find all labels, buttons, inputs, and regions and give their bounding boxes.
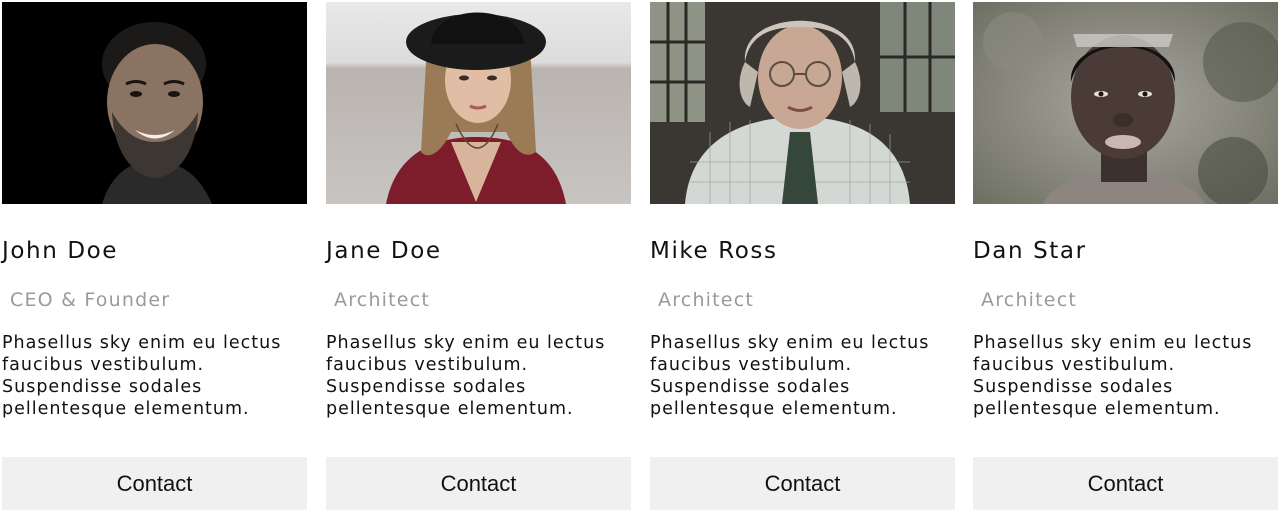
- profile-photo: [326, 2, 631, 204]
- contact-button[interactable]: Contact: [973, 457, 1278, 510]
- portrait-image: [326, 2, 631, 204]
- team-card-mike-ross: Mike Ross Architect Phasellus sky enim e…: [650, 2, 955, 510]
- member-name: Mike Ross: [650, 238, 778, 264]
- team-card-john-doe: John Doe CEO & Founder Phasellus sky eni…: [2, 2, 307, 510]
- member-name: John Doe: [2, 238, 119, 264]
- portrait-image: [2, 2, 307, 204]
- portrait-image: [973, 2, 1278, 204]
- portrait-image: [650, 2, 955, 204]
- member-name: Jane Doe: [326, 238, 442, 264]
- member-role: Architect: [658, 289, 754, 311]
- profile-photo: [650, 2, 955, 204]
- team-grid: John Doe CEO & Founder Phasellus sky eni…: [0, 0, 1280, 510]
- member-description: Phasellus sky enim eu lectus faucibus ve…: [326, 333, 606, 419]
- contact-button[interactable]: Contact: [650, 457, 955, 510]
- member-role: Architect: [334, 289, 430, 311]
- member-description: Phasellus sky enim eu lectus faucibus ve…: [650, 333, 930, 419]
- contact-button[interactable]: Contact: [2, 457, 307, 510]
- profile-photo: [2, 2, 307, 204]
- member-name: Dan Star: [973, 238, 1087, 264]
- team-card-jane-doe: Jane Doe Architect Phasellus sky enim eu…: [326, 2, 631, 510]
- profile-photo: [973, 2, 1278, 204]
- member-description: Phasellus sky enim eu lectus faucibus ve…: [973, 333, 1253, 419]
- team-card-dan-star: Dan Star Architect Phasellus sky enim eu…: [973, 2, 1278, 510]
- contact-button[interactable]: Contact: [326, 457, 631, 510]
- member-role: CEO & Founder: [10, 289, 171, 311]
- member-description: Phasellus sky enim eu lectus faucibus ve…: [2, 333, 282, 419]
- member-role: Architect: [981, 289, 1077, 311]
